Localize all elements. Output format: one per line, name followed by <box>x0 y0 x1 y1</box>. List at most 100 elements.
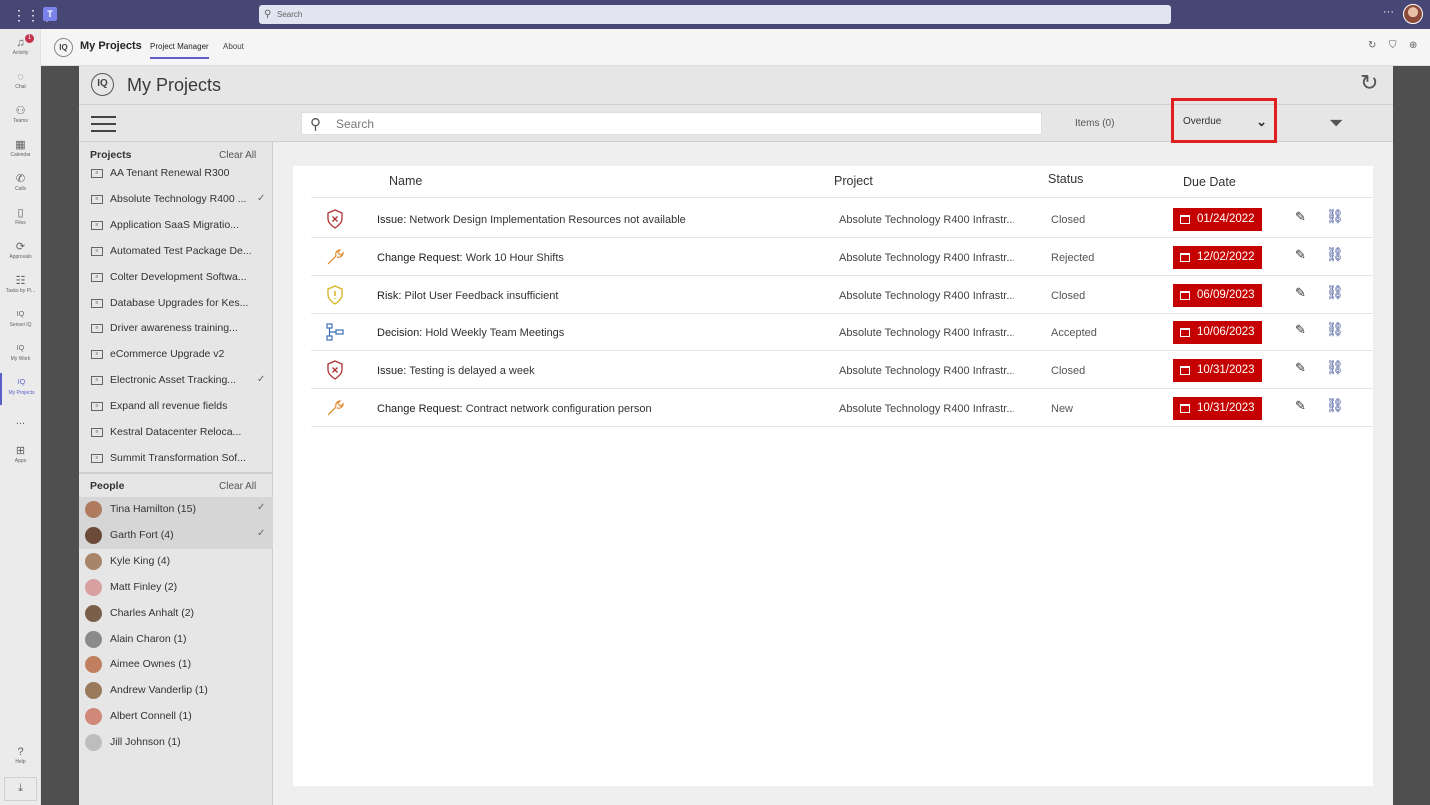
rail-label: Apps <box>14 458 27 464</box>
person-item[interactable]: Albert Connell (1) <box>79 704 273 730</box>
rail-item-approvals[interactable]: ⟳ Approvals <box>0 237 41 269</box>
person-label: Andrew Vanderlip (1) <box>110 684 208 696</box>
rail-label: Files <box>15 220 26 226</box>
column-header-name[interactable]: Name <box>389 174 422 188</box>
item-type: Risk: <box>377 290 402 302</box>
items-list: Name Project Status Due Date Issue: Netw… <box>293 166 1373 786</box>
project-item[interactable]: ≡ Summit Transformation Sof... <box>79 447 273 473</box>
project-item[interactable]: ≡ Electronic Asset Tracking... ✓ <box>79 369 273 395</box>
teams-search-input[interactable]: ⚲ Search <box>259 5 1171 24</box>
app-launcher-icon[interactable]: ⋮⋮⋮ <box>12 7 54 23</box>
rail-item-chat[interactable]: ◌ Chat <box>0 67 41 99</box>
overdue-filter-dropdown[interactable]: Overdue ⌄ <box>1183 111 1267 133</box>
rail-item-my-projects[interactable]: IQ My Projects <box>0 373 41 405</box>
project-item[interactable]: ≡ Driver awareness training... <box>79 317 273 343</box>
more-options-icon[interactable]: ··· <box>1383 6 1394 18</box>
link-icon[interactable]: ⛓ <box>1326 397 1344 414</box>
project-item[interactable]: ≡ Automated Test Package De... <box>79 240 273 266</box>
table-row[interactable]: Issue: Network Design Implementation Res… <box>311 200 1373 238</box>
project-item[interactable]: ≡ AA Tenant Renewal R300 <box>79 162 273 188</box>
project-item[interactable]: ≡ Kestral Datacenter Reloca... <box>79 421 273 447</box>
link-icon[interactable]: ⛓ <box>1326 246 1344 263</box>
edit-icon[interactable]: ✎ <box>1295 285 1306 301</box>
teams-search-placeholder: Search <box>277 10 303 19</box>
table-row[interactable]: Decision: Hold Weekly Team Meetings Abso… <box>311 313 1373 351</box>
project-icon: ≡ <box>91 454 103 463</box>
item-status: Closed <box>1051 290 1086 302</box>
rail-item-sensei-iq[interactable]: IQ Sensei IQ <box>0 305 41 337</box>
activity-badge: 1 <box>25 34 34 43</box>
column-header-status[interactable]: Status <box>1048 172 1083 186</box>
globe-icon[interactable]: ⊕ <box>1409 40 1417 51</box>
project-item[interactable]: ≡ Expand all revenue fields <box>79 395 273 421</box>
rail-item-calendar[interactable]: ▦ Calendar <box>0 135 41 167</box>
rail-label: Chat <box>15 84 26 90</box>
person-item[interactable]: Garth Fort (4) ✓ <box>79 523 273 549</box>
download-icon: ⤓ <box>18 782 23 794</box>
people-clear-all-button[interactable]: Clear All <box>219 481 256 492</box>
hamburger-menu-icon[interactable] <box>91 116 116 132</box>
rail-item-files[interactable]: ▯ Files <box>0 203 41 235</box>
person-item[interactable]: Jill Johnson (1) <box>79 730 273 756</box>
profile-avatar[interactable] <box>1403 4 1423 24</box>
reload-tab-icon[interactable]: ↻ <box>1368 40 1376 51</box>
person-item[interactable]: Andrew Vanderlip (1) <box>79 678 273 704</box>
rail-item-tasks[interactable]: ☷ Tasks by Pl... <box>0 271 41 303</box>
filter-icon[interactable]: ⏷ <box>1329 113 1343 134</box>
person-label: Matt Finley (2) <box>110 581 178 593</box>
person-item[interactable]: Charles Anhalt (2) <box>79 601 273 627</box>
project-item[interactable]: ≡ Application SaaS Migratio... <box>79 214 273 240</box>
project-item[interactable]: ≡ Database Upgrades for Kes... <box>79 292 273 318</box>
table-row[interactable]: Issue: Testing is delayed a week Absolut… <box>311 351 1373 389</box>
link-icon[interactable]: ⛓ <box>1326 208 1344 225</box>
file-icon: ▯ <box>17 207 24 219</box>
link-icon[interactable]: ⛓ <box>1326 359 1344 376</box>
edit-icon[interactable]: ✎ <box>1295 247 1306 263</box>
rail-item-activity[interactable]: ♫ 1 Activity <box>0 33 41 65</box>
table-row[interactable]: Change Request: Contract network configu… <box>311 389 1373 427</box>
item-title: Work 10 Hour Shifts <box>465 252 564 264</box>
link-icon[interactable]: ⛓ <box>1326 284 1344 301</box>
person-item[interactable]: Kyle King (4) <box>79 549 273 575</box>
projects-clear-all-button[interactable]: Clear All <box>219 150 256 161</box>
apps-icon: ⊞ <box>15 445 26 457</box>
download-button[interactable]: ⤓ <box>4 777 37 801</box>
rail-item-more[interactable]: ... <box>0 411 41 443</box>
person-item[interactable]: Aimee Ownes (1) <box>79 652 273 678</box>
search-box[interactable]: ⚲ <box>301 112 1042 135</box>
rail-item-my-work[interactable]: IQ My Work <box>0 339 41 371</box>
item-title: Hold Weekly Team Meetings <box>425 327 565 339</box>
table-row[interactable]: Change Request: Work 10 Hour Shifts Abso… <box>311 238 1373 276</box>
rail-item-calls[interactable]: ✆ Calls <box>0 169 41 201</box>
project-icon: ≡ <box>91 195 103 204</box>
rail-item-teams[interactable]: ⚇ Teams <box>0 101 41 133</box>
privacy-shield-icon[interactable]: ⛉ <box>1389 40 1397 51</box>
column-header-project[interactable]: Project <box>834 174 873 188</box>
person-item[interactable]: Tina Hamilton (15) ✓ <box>79 497 273 523</box>
change-request-wrench-icon <box>327 400 344 416</box>
search-input[interactable] <box>336 116 1026 132</box>
person-label: Garth Fort (4) <box>110 529 174 541</box>
calendar-icon <box>1180 253 1190 262</box>
rail-item-help[interactable]: ? Help <box>0 742 41 774</box>
column-header-due-date[interactable]: Due Date <box>1183 175 1236 189</box>
project-label: Kestral Datacenter Reloca... <box>110 426 242 438</box>
person-item[interactable]: Matt Finley (2) <box>79 575 273 601</box>
person-item[interactable]: Alain Charon (1) <box>79 627 273 653</box>
table-row[interactable]: Risk: Pilot User Feedback insufficient A… <box>311 276 1373 314</box>
tab-about[interactable]: About <box>223 42 244 51</box>
project-item[interactable]: ≡ eCommerce Upgrade v2 <box>79 343 273 369</box>
tab-project-manager[interactable]: Project Manager <box>150 42 209 59</box>
rail-item-apps[interactable]: ⊞ Apps <box>0 441 41 473</box>
edit-icon[interactable]: ✎ <box>1295 360 1306 376</box>
avatar <box>85 682 102 699</box>
project-label: Expand all revenue fields <box>110 400 228 412</box>
project-item[interactable]: ≡ Colter Development Softwa... <box>79 266 273 292</box>
item-status: Closed <box>1051 365 1086 377</box>
edit-icon[interactable]: ✎ <box>1295 398 1306 414</box>
project-item[interactable]: ≡ Absolute Technology R400 ... ✓ <box>79 188 273 214</box>
refresh-icon[interactable]: ↻ <box>1360 72 1378 94</box>
edit-icon[interactable]: ✎ <box>1295 322 1306 338</box>
edit-icon[interactable]: ✎ <box>1295 209 1306 225</box>
link-icon[interactable]: ⛓ <box>1326 321 1344 338</box>
